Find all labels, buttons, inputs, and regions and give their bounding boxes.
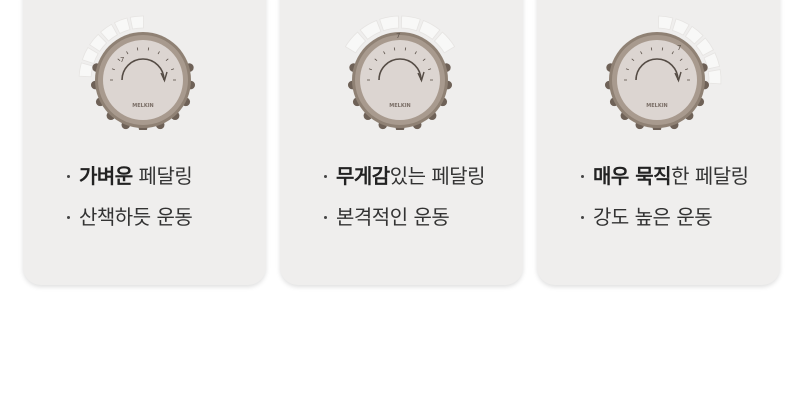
scale-segment: [379, 15, 400, 32]
feature-list: 가벼운 페달링 산책하듯 운동: [67, 164, 193, 229]
feature-text: 페달링: [132, 164, 193, 188]
scale-segment: [684, 25, 704, 45]
bullet-dot: [67, 216, 70, 219]
resistance-card-light: 7 MELKIN 가벼운 페달링 산책하듯 운동: [23, 0, 266, 285]
bullet-dot: [324, 175, 327, 178]
resistance-dial-graphic: 7 MELKIN: [344, 15, 456, 130]
bullet-dot: [581, 216, 584, 219]
dial-tick: [136, 47, 139, 51]
scale-segment: [671, 18, 690, 36]
feature-text: 강도 높은 운동: [593, 205, 713, 229]
scale-segment: [113, 17, 131, 34]
feature-pedaling: 가벼운 페달링: [67, 164, 193, 188]
scale-segment: [695, 37, 714, 56]
dial-tick: [661, 47, 664, 51]
feature-pedaling: 매우 묵직한 페달링: [581, 164, 749, 188]
feature-exercise: 산책하듯 운동: [67, 205, 193, 229]
dial-max-mark: 7: [396, 32, 400, 40]
scale-segment: [657, 15, 674, 31]
resistance-card-heavy: 7 MELKIN 매우 묵직한 페달링 강도 높은 운동: [537, 0, 780, 285]
scale-segment: [707, 69, 722, 85]
resistance-dial: 7 MELKIN: [73, 10, 213, 130]
feature-text: 있는 페달링: [389, 164, 486, 188]
resistance-dial: 7 MELKIN: [587, 10, 727, 130]
scale-segment: [78, 62, 94, 78]
dial-tick: [393, 47, 396, 51]
dial-max-mark: 7: [677, 44, 681, 52]
feature-emphasis: 무게감: [336, 164, 390, 188]
bullet-dot: [324, 216, 327, 219]
scale-segment: [344, 31, 367, 54]
feature-text: 본격적인 운동: [336, 205, 450, 229]
feature-emphasis: 가벼운: [79, 164, 133, 188]
bullet-dot: [581, 175, 584, 178]
dial-tick: [650, 47, 653, 51]
scale-segment: [81, 46, 99, 65]
dial-brand-label: MELKIN: [389, 103, 411, 109]
dial-brand-label: MELKIN: [132, 103, 154, 109]
scale-segment: [129, 15, 144, 30]
feature-list: 매우 묵직한 페달링 강도 높은 운동: [581, 164, 749, 229]
dial-max-mark: 7: [120, 56, 124, 64]
feature-emphasis: 매우 묵직: [593, 164, 672, 188]
resistance-dial-graphic: 7 MELKIN: [604, 15, 722, 130]
scale-segment: [400, 15, 421, 32]
dial-tick: [147, 47, 150, 51]
scale-segment: [418, 19, 441, 40]
dial-brand-label: MELKIN: [646, 103, 668, 109]
scale-segment: [433, 31, 456, 54]
feature-exercise: 강도 높은 운동: [581, 205, 749, 229]
feature-exercise: 본격적인 운동: [324, 205, 485, 229]
resistance-dial: 7 MELKIN: [330, 10, 470, 130]
resistance-card-medium: 7 MELKIN 무게감있는 페달링 본격적인 운동: [280, 0, 523, 285]
feature-text: 한 페달링: [671, 164, 749, 188]
feature-text: 산책하듯 운동: [79, 205, 193, 229]
scale-segment: [89, 33, 108, 52]
bullet-dot: [67, 175, 70, 178]
dial-tick: [404, 47, 407, 51]
scale-segment: [359, 19, 382, 40]
scale-segment: [100, 23, 118, 42]
resistance-dial-graphic: 7 MELKIN: [78, 15, 196, 130]
feature-list: 무게감있는 페달링 본격적인 운동: [324, 164, 486, 229]
feature-pedaling: 무게감있는 페달링: [324, 164, 486, 188]
